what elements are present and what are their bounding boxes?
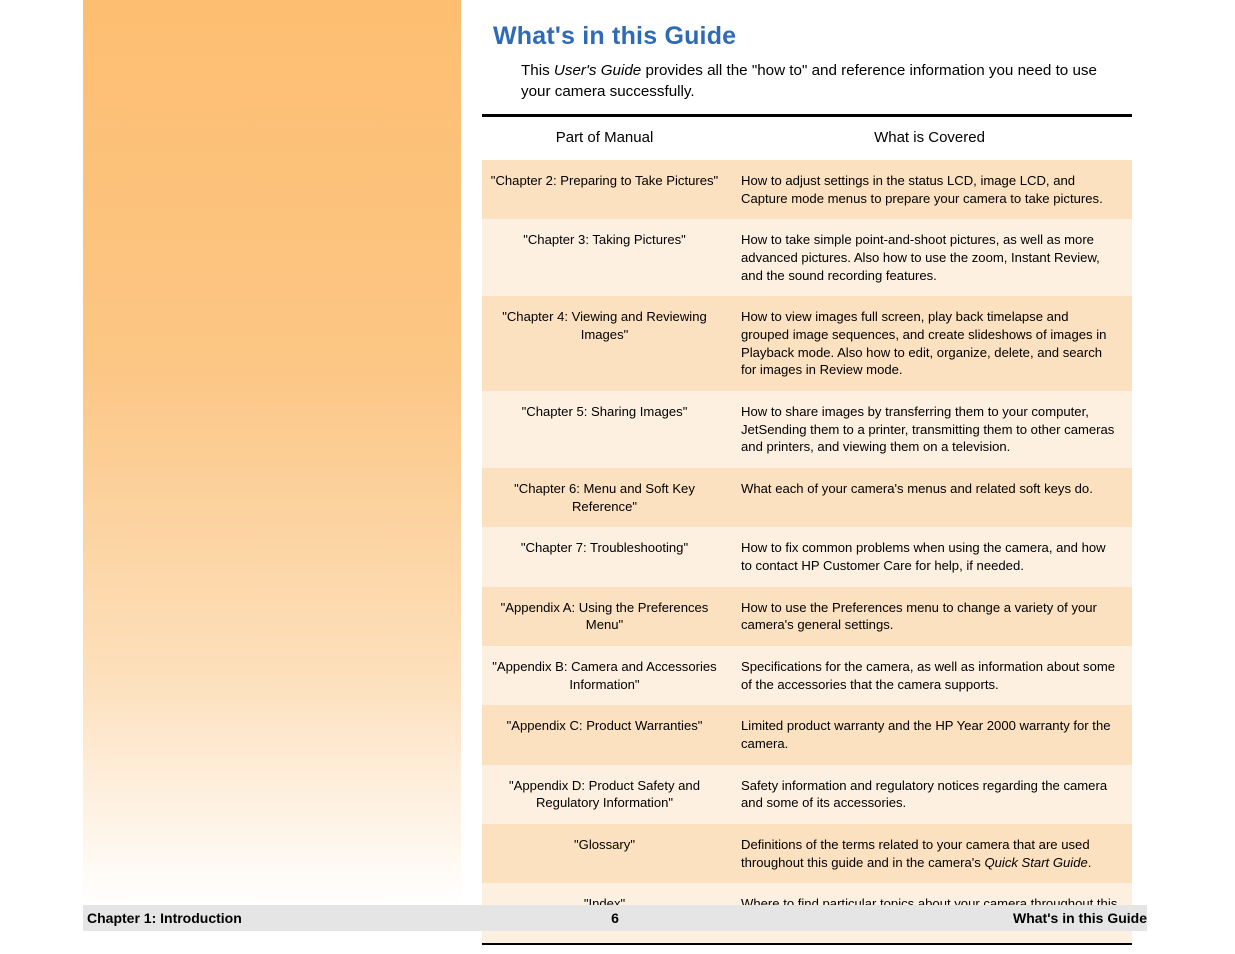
section-heading: What's in this Guide: [493, 22, 1131, 51]
table-row: "Chapter 5: Sharing Images" How to share…: [482, 391, 1132, 468]
cell-part: "Chapter 4: Viewing and Reviewing Images…: [482, 296, 727, 391]
cell-part: "Appendix B: Camera and Accessories Info…: [482, 646, 727, 705]
table-row: "Glossary" Definitions of the terms rela…: [482, 824, 1132, 883]
cell-cov-suffix: .: [1088, 855, 1092, 870]
cell-cov: How to take simple point-and-shoot pictu…: [727, 219, 1132, 296]
cell-part: "Appendix C: Product Warranties": [482, 705, 727, 764]
cell-cov: Specifications for the camera, as well a…: [727, 646, 1132, 705]
page-footer: Chapter 1: Introduction 6 What's in this…: [83, 905, 1147, 931]
cell-cov: How to fix common problems when using th…: [727, 527, 1132, 586]
table-row: "Appendix A: Using the Preferences Menu"…: [482, 587, 1132, 646]
guide-table-container: Part of Manual What is Covered "Chapter …: [482, 114, 1132, 945]
guide-table: Part of Manual What is Covered "Chapter …: [482, 114, 1132, 945]
cell-part: "Chapter 3: Taking Pictures": [482, 219, 727, 296]
table-row: "Chapter 2: Preparing to Take Pictures" …: [482, 160, 1132, 219]
cell-cov: Definitions of the terms related to your…: [727, 824, 1132, 883]
cell-part: "Chapter 7: Troubleshooting": [482, 527, 727, 586]
cell-part: "Chapter 6: Menu and Soft Key Reference": [482, 468, 727, 527]
cell-cov: How to view images full screen, play bac…: [727, 296, 1132, 391]
cell-cov: How to use the Preferences menu to chang…: [727, 587, 1132, 646]
cell-part: "Appendix D: Product Safety and Regulato…: [482, 765, 727, 824]
footer-right: What's in this Guide: [1013, 910, 1147, 926]
intro-text-italic: User's Guide: [554, 62, 641, 79]
document-page: What's in this Guide This User's Guide p…: [83, 0, 1147, 931]
table-row: "Appendix B: Camera and Accessories Info…: [482, 646, 1132, 705]
cell-cov: How to adjust settings in the status LCD…: [727, 160, 1132, 219]
footer-page-number: 6: [83, 910, 1147, 926]
cell-part: "Chapter 2: Preparing to Take Pictures": [482, 160, 727, 219]
table-row: "Chapter 7: Troubleshooting" How to fix …: [482, 527, 1132, 586]
intro-text-prefix: This: [521, 62, 554, 79]
table-header-row: Part of Manual What is Covered: [482, 116, 1132, 161]
intro-paragraph: This User's Guide provides all the "how …: [521, 61, 1111, 102]
cell-cov: How to share images by transferring them…: [727, 391, 1132, 468]
table-row: "Chapter 3: Taking Pictures" How to take…: [482, 219, 1132, 296]
sidebar-gradient: [83, 0, 461, 905]
col-part-of-manual: Part of Manual: [482, 116, 727, 161]
cell-cov: Limited product warranty and the HP Year…: [727, 705, 1132, 764]
main-content: What's in this Guide This User's Guide p…: [493, 22, 1131, 116]
cell-part: "Glossary": [482, 824, 727, 883]
cell-part: "Appendix A: Using the Preferences Menu": [482, 587, 727, 646]
table-row: "Appendix D: Product Safety and Regulato…: [482, 765, 1132, 824]
table-row: "Appendix C: Product Warranties" Limited…: [482, 705, 1132, 764]
cell-part: "Chapter 5: Sharing Images": [482, 391, 727, 468]
table-row: "Chapter 6: Menu and Soft Key Reference"…: [482, 468, 1132, 527]
table-row: "Chapter 4: Viewing and Reviewing Images…: [482, 296, 1132, 391]
cell-cov: Safety information and regulatory notice…: [727, 765, 1132, 824]
cell-cov: What each of your camera's menus and rel…: [727, 468, 1132, 527]
cell-cov-italic: Quick Start Guide: [984, 855, 1087, 870]
col-what-is-covered: What is Covered: [727, 116, 1132, 161]
